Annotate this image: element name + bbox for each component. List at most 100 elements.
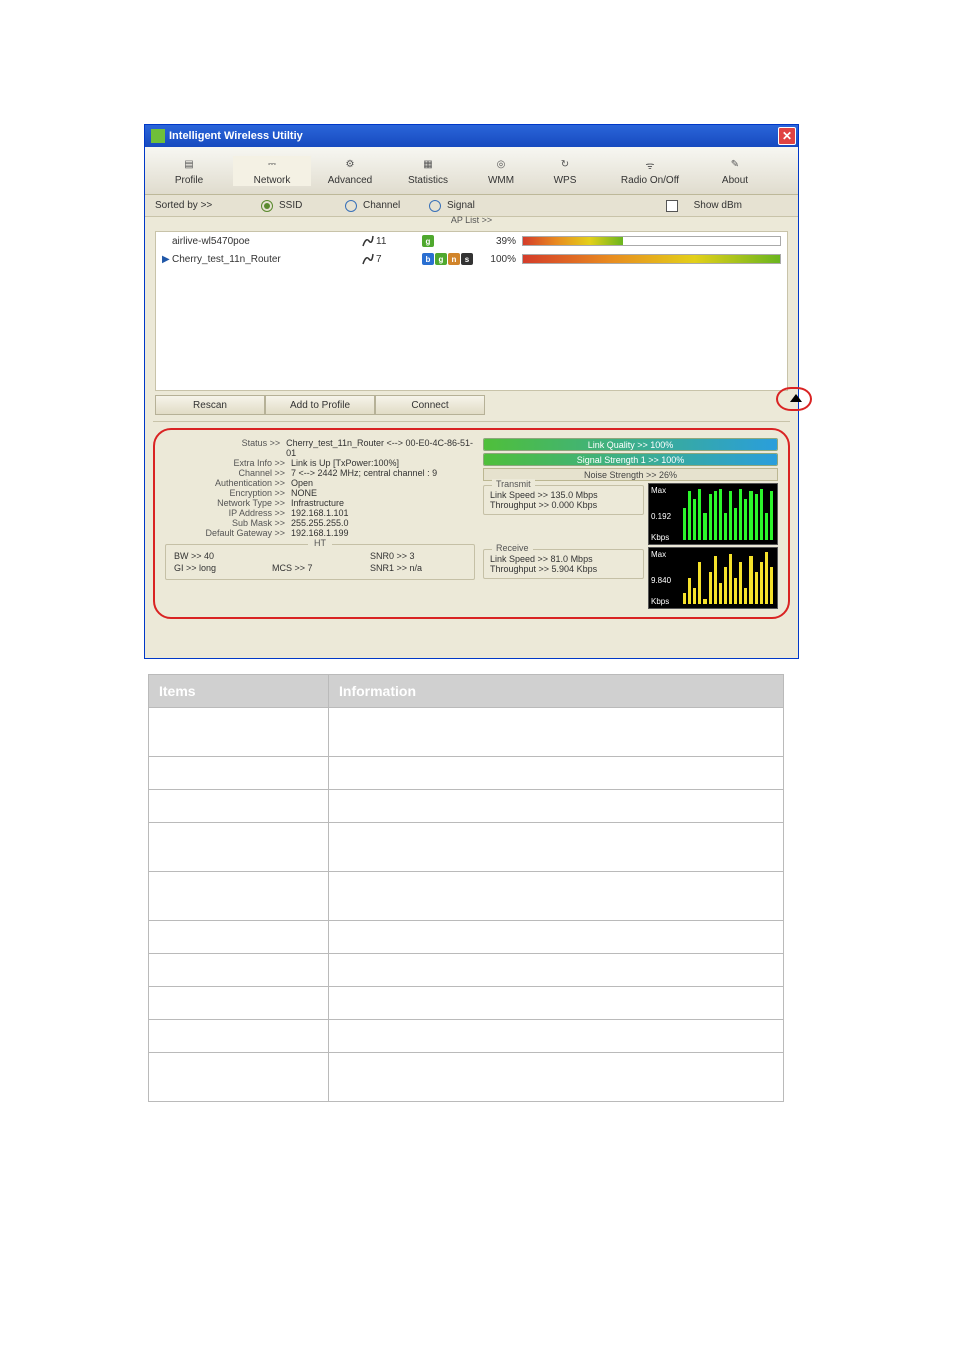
ap-channel: 7: [362, 253, 422, 265]
ht-mcs: MCS >> 7: [272, 563, 368, 573]
divider: [153, 421, 790, 422]
rescan-button[interactable]: Rescan: [155, 395, 265, 415]
table-row: AuthenticationAuthentication mode used w…: [149, 823, 784, 872]
tab-about[interactable]: ✎About: [705, 156, 765, 186]
ap-row[interactable]: airlive-wl5470poe11g39%: [156, 232, 787, 250]
titlebar[interactable]: Intelligent Wireless Utiltiy ✕: [145, 125, 798, 147]
show-dbm-checkbox[interactable]: [666, 200, 678, 212]
table-row: IP AddressShow the IP address informatio…: [149, 954, 784, 987]
status-value: 7 <--> 2442 MHz; central channel : 9: [285, 468, 437, 478]
expander-control[interactable]: [776, 387, 812, 411]
item-cell: Status: [149, 708, 329, 757]
status-row: Authentication >>Open: [165, 478, 475, 488]
ap-encryption: g: [422, 235, 482, 247]
signal-strength-bar: Signal Strength 1 >> 100%: [483, 453, 778, 466]
wps-icon: ↻: [553, 156, 577, 174]
status-value: Open: [285, 478, 313, 488]
status-key: Encryption >>: [165, 488, 285, 498]
item-cell: Extra Info: [149, 757, 329, 790]
statistics-icon: ▦: [416, 156, 440, 174]
ap-list[interactable]: airlive-wl5470poe11g39%▶Cherry_test_11n_…: [155, 231, 788, 391]
table-row: StatusShow the current connected AP SSID…: [149, 708, 784, 757]
gear-icon: ⚙: [338, 156, 362, 174]
ht-snr0: SNR0 >> 3: [370, 551, 466, 561]
info-cell: Show the current channel in use.: [329, 790, 784, 823]
status-key: IP Address >>: [165, 508, 285, 518]
ht-group: HT BW >> 40 SNR0 >> 3 GI >> long MCS >> …: [165, 544, 475, 580]
tab-radio-onoff[interactable]: ᯤRadio On/Off: [595, 156, 705, 186]
connect-button[interactable]: Connect: [375, 395, 485, 415]
status-row: Status >>Cherry_test_11n_Router <--> 00-…: [165, 438, 475, 458]
ap-channel: 11: [362, 235, 422, 247]
item-cell: Authentication: [149, 823, 329, 872]
ht-bw: BW >> 40: [174, 551, 270, 561]
transmit-chart: Max 0.192 Kbps: [648, 483, 778, 545]
sort-signal-radio[interactable]: [429, 200, 441, 212]
ap-signal-bar: [522, 254, 781, 264]
info-cell: Show the encryption type currently in us…: [329, 872, 784, 921]
item-cell: Sub Mask: [149, 987, 329, 1020]
item-cell: Link Quality: [149, 1053, 329, 1102]
ap-ssid: airlive-wl5470poe: [172, 236, 362, 247]
table-row: Link QualityShow the connection quality …: [149, 1053, 784, 1102]
ap-ssid: Cherry_test_11n_Router: [172, 254, 362, 265]
toolbar: ▤Profile ⎓Network ⚙Advanced ▦Statistics …: [145, 147, 798, 195]
app-window: Intelligent Wireless Utiltiy ✕ ▤Profile …: [144, 124, 799, 659]
status-value: Cherry_test_11n_Router <--> 00-E0-4C-86-…: [280, 438, 475, 458]
rx-throughput: Throughput >> 5.904 Kbps: [490, 564, 597, 574]
selected-indicator-icon: ▶: [162, 254, 172, 265]
description-table: Items Information StatusShow the current…: [148, 674, 784, 1102]
status-value: 192.168.1.199: [285, 528, 349, 538]
profile-icon: ▤: [177, 156, 201, 174]
rx-link-speed: Link Speed >> 81.0 Mbps: [490, 554, 593, 564]
table-row: Sub MaskShow the Sub Mask information.: [149, 987, 784, 1020]
status-value: Link is Up [TxPower:100%]: [285, 458, 399, 468]
status-key: Network Type >>: [165, 498, 285, 508]
tab-wmm[interactable]: ◎WMM: [467, 156, 535, 186]
status-key: Default Gateway >>: [165, 528, 285, 538]
app-icon: [151, 129, 165, 143]
item-cell: Network Type: [149, 921, 329, 954]
receive-group: Receive Link Speed >> 81.0 Mbps Throughp…: [483, 549, 644, 579]
item-cell: Default Gateway: [149, 1020, 329, 1053]
transmit-group: Transmit Link Speed >> 135.0 Mbps Throug…: [483, 485, 644, 515]
status-value: Infrastructure: [285, 498, 344, 508]
info-cell: Show the Sub Mask information.: [329, 987, 784, 1020]
sort-ssid-radio[interactable]: [261, 200, 273, 212]
info-cell: Show the default gateway information.: [329, 1020, 784, 1053]
item-cell: IP Address: [149, 954, 329, 987]
ap-row[interactable]: ▶Cherry_test_11n_Router7bgns100%: [156, 250, 787, 268]
item-cell: Channel: [149, 790, 329, 823]
status-key: Extra Info >>: [165, 458, 285, 468]
tab-wps[interactable]: ↻WPS: [535, 156, 595, 186]
status-key: Authentication >>: [165, 478, 285, 488]
ap-list-label: AP List >>: [145, 215, 798, 225]
tab-statistics[interactable]: ▦Statistics: [389, 156, 467, 186]
status-key: Sub Mask >>: [165, 518, 285, 528]
col-information: Information: [329, 675, 784, 708]
info-cell: Network type in use, Infrastructure for …: [329, 921, 784, 954]
button-row: Rescan Add to Profile Connect: [155, 395, 788, 415]
window-title: Intelligent Wireless Utiltiy: [151, 129, 303, 143]
about-icon: ✎: [723, 156, 747, 174]
status-key: Channel >>: [165, 468, 285, 478]
show-dbm-label: Show dBm: [694, 200, 742, 211]
close-button[interactable]: ✕: [778, 127, 796, 145]
sort-ssid-label: SSID: [279, 200, 339, 211]
ht-gi: GI >> long: [174, 563, 270, 573]
tab-profile[interactable]: ▤Profile: [145, 156, 233, 186]
sorted-by-label: Sorted by >>: [155, 200, 255, 211]
radio-icon: ᯤ: [638, 156, 662, 174]
ap-signal-percent: 39%: [482, 236, 522, 247]
sort-signal-label: Signal: [447, 200, 487, 211]
info-cell: Authentication mode used within the netw…: [329, 823, 784, 872]
network-icon: ⎓: [260, 156, 284, 174]
add-to-profile-button[interactable]: Add to Profile: [265, 395, 375, 415]
item-cell: Encryption: [149, 872, 329, 921]
tab-advanced[interactable]: ⚙Advanced: [311, 156, 389, 186]
table-row: Default GatewayShow the default gateway …: [149, 1020, 784, 1053]
tab-network[interactable]: ⎓Network: [233, 156, 311, 186]
sort-channel-label: Channel: [363, 200, 423, 211]
info-cell: Show the link status.: [329, 757, 784, 790]
sort-channel-radio[interactable]: [345, 200, 357, 212]
